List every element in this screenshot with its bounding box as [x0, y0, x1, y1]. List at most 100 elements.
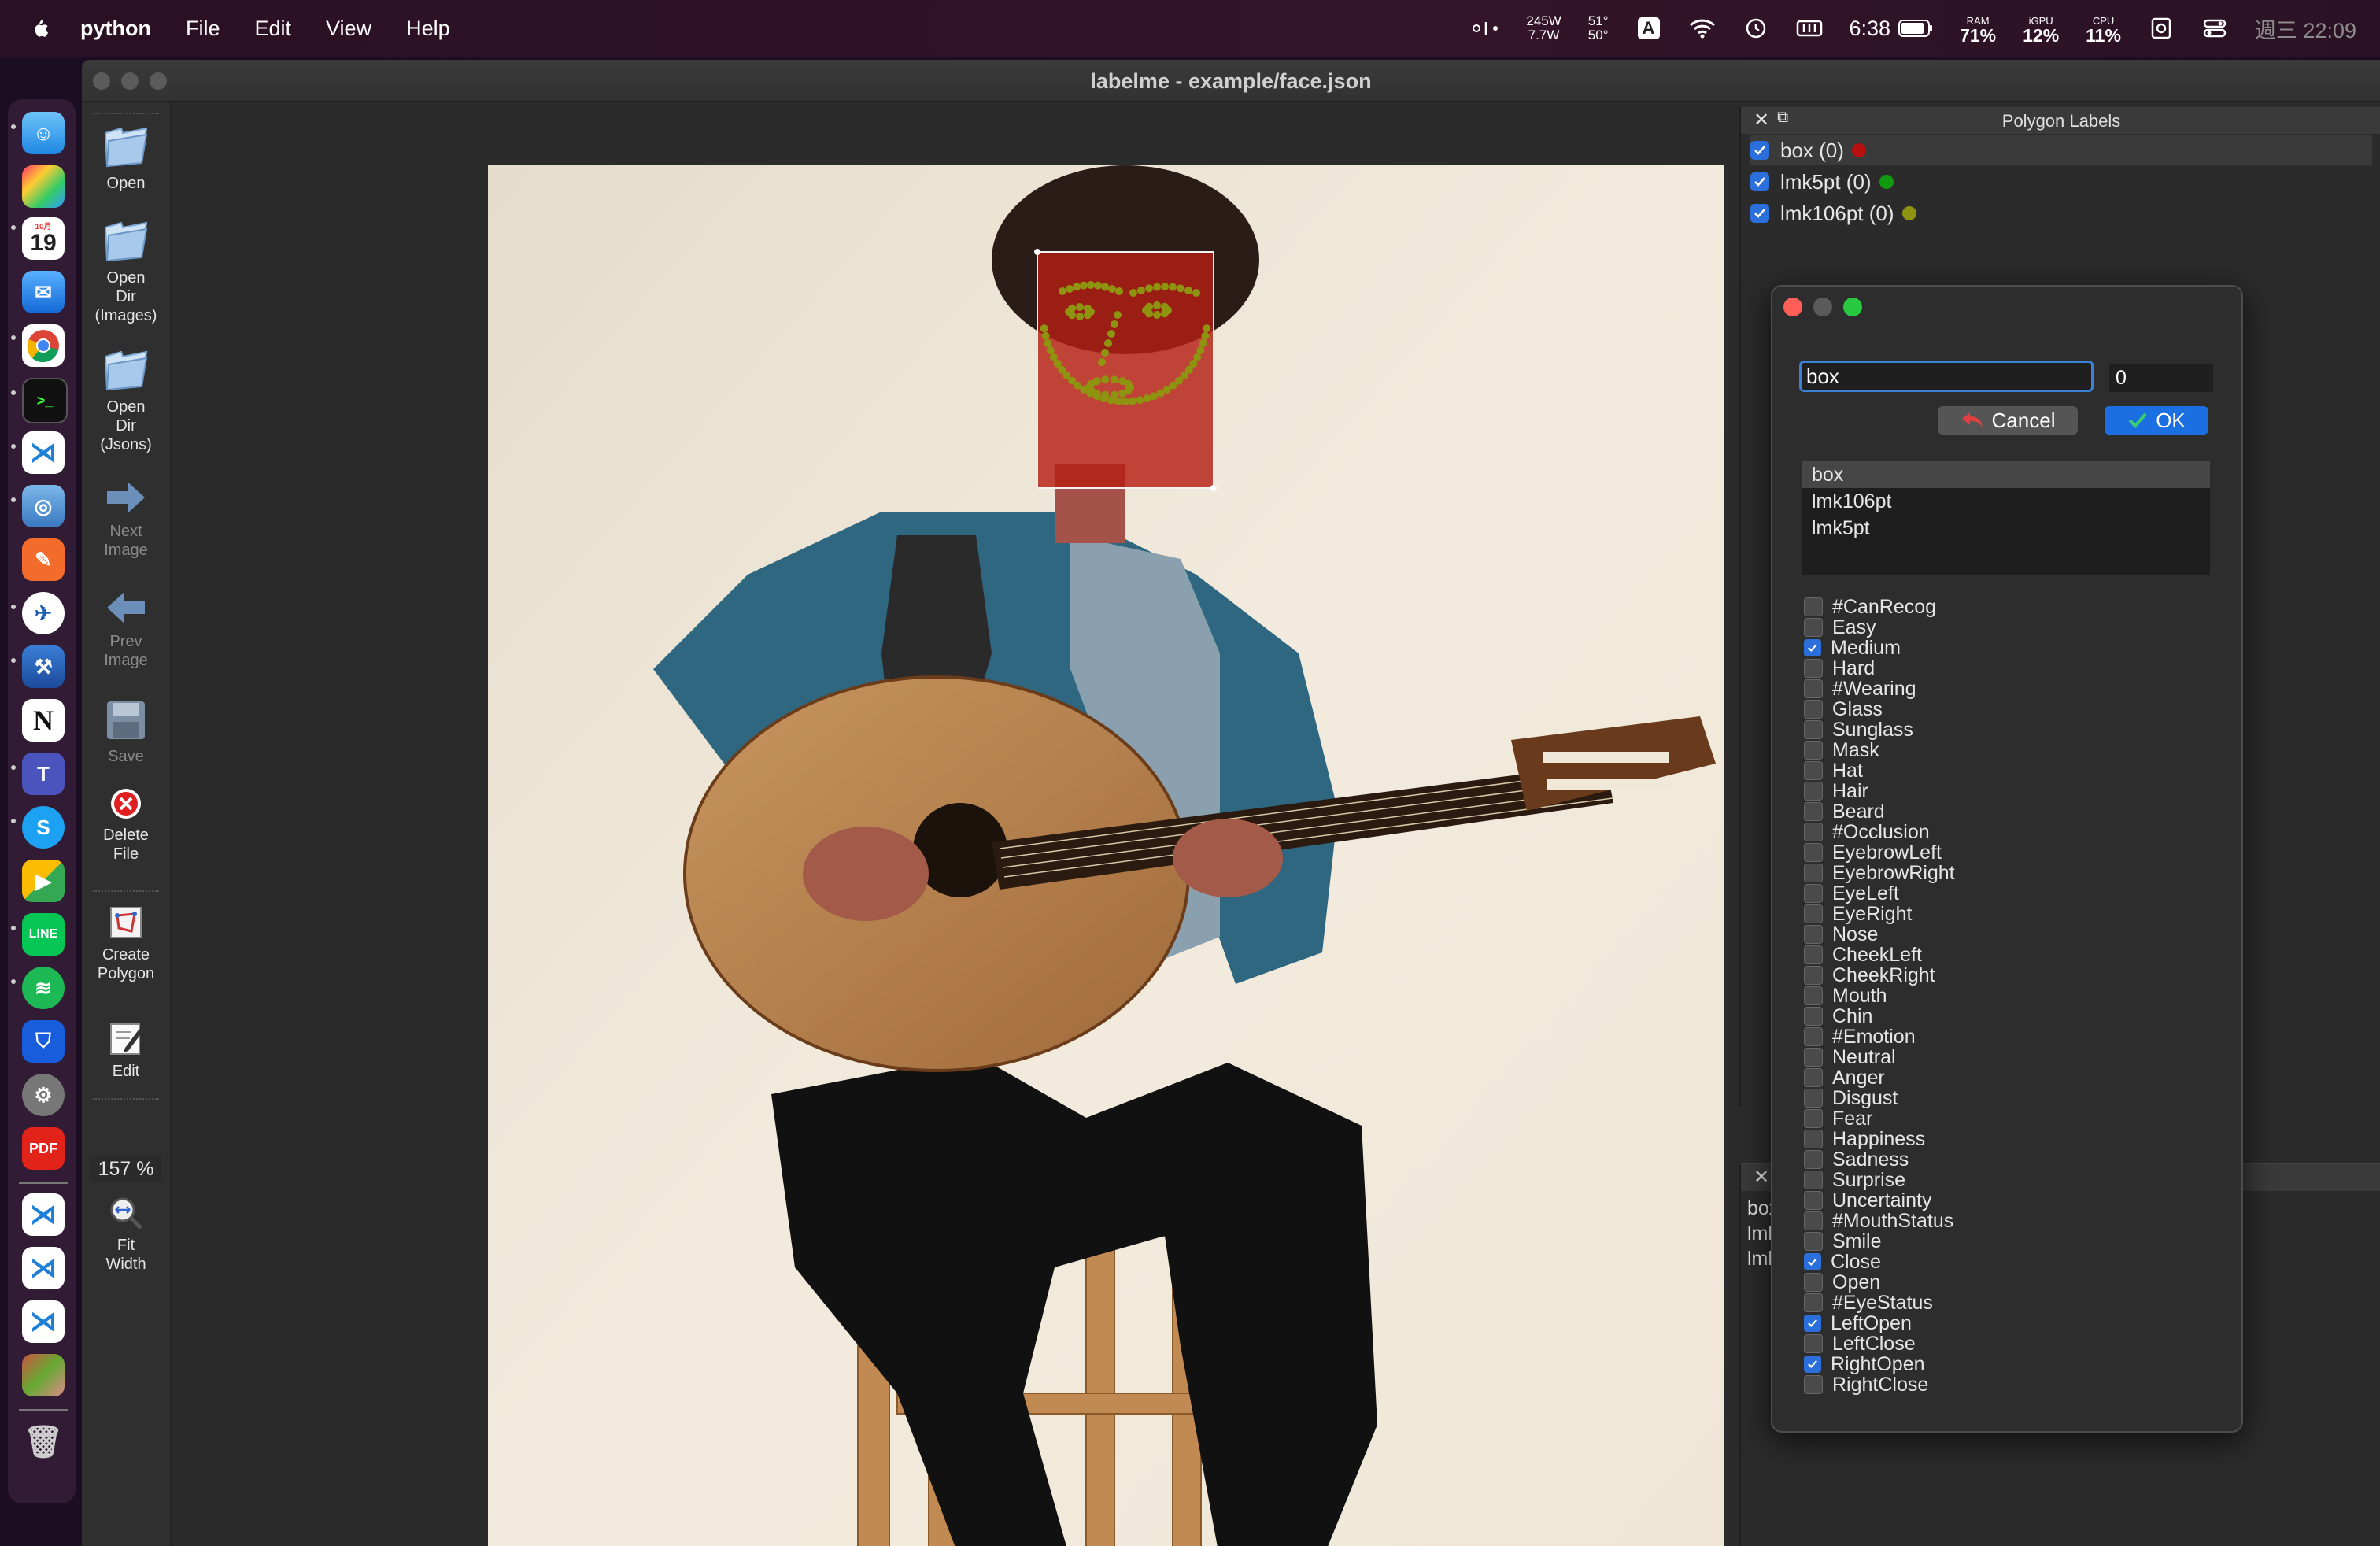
checkbox-checked[interactable]: [1750, 141, 1769, 160]
label-suggestion-item[interactable]: box: [1802, 461, 2210, 488]
checkbox-unchecked[interactable]: [1804, 966, 1823, 985]
battery-status[interactable]: 6:38: [1850, 17, 1934, 41]
label-row-lmk5pt[interactable]: lmk5pt (0): [1750, 167, 1894, 197]
gpu-stat[interactable]: iGPU 12%: [2023, 14, 2059, 45]
flag-row[interactable]: RightClose: [1804, 1374, 1928, 1395]
flag-row[interactable]: #Emotion: [1804, 1026, 1916, 1047]
vscode-window-icon[interactable]: ⋊: [22, 1247, 65, 1289]
checkbox-unchecked[interactable]: [1804, 618, 1823, 637]
checkbox-checked[interactable]: [1804, 1315, 1821, 1332]
vscode-window-icon[interactable]: ⋊: [22, 1193, 65, 1236]
checkbox-unchecked[interactable]: [1804, 761, 1823, 780]
flag-row[interactable]: CheekRight: [1804, 965, 1935, 986]
delete-file-button[interactable]: Delete File: [82, 786, 170, 864]
checkbox-checked[interactable]: [1750, 172, 1769, 191]
checkbox-unchecked[interactable]: [1804, 986, 1823, 1005]
checkbox-unchecked[interactable]: [1804, 1068, 1823, 1087]
flag-row[interactable]: Surprise: [1804, 1170, 1905, 1190]
checkbox-unchecked[interactable]: [1804, 1007, 1823, 1026]
flag-row[interactable]: Nose: [1804, 924, 1878, 945]
checkbox-unchecked[interactable]: [1804, 1150, 1823, 1169]
network-app-icon[interactable]: ◎: [22, 485, 65, 527]
checkbox-unchecked[interactable]: [1804, 659, 1823, 678]
flag-row[interactable]: Chin: [1804, 1006, 1872, 1026]
checkbox-unchecked[interactable]: [1804, 1273, 1823, 1292]
flag-row[interactable]: Sadness: [1804, 1149, 1909, 1170]
checkbox-unchecked[interactable]: [1804, 1232, 1823, 1251]
menu-app-name[interactable]: python: [80, 17, 151, 41]
checkbox-unchecked[interactable]: [1804, 1130, 1823, 1148]
open-dir-jsons-button[interactable]: Open Dir (Jsons): [82, 346, 170, 454]
image-canvas[interactable]: [172, 102, 1738, 1546]
flag-row[interactable]: Hard: [1804, 658, 1875, 679]
checkbox-unchecked[interactable]: [1804, 904, 1823, 923]
finder-icon[interactable]: ☺: [22, 112, 65, 154]
checkbox-checked[interactable]: [1804, 639, 1821, 656]
flag-row[interactable]: #Wearing: [1804, 679, 1916, 699]
spotify-icon[interactable]: ≋: [22, 967, 65, 1009]
checkbox-unchecked[interactable]: [1804, 1171, 1823, 1189]
menu-file[interactable]: File: [186, 17, 220, 41]
ram-stat[interactable]: RAM 71%: [1960, 14, 1996, 45]
vscode-window-icon[interactable]: ⋊: [22, 1300, 65, 1343]
flag-row[interactable]: Glass: [1804, 699, 1883, 719]
checkbox-unchecked[interactable]: [1804, 1334, 1823, 1353]
input-source-icon[interactable]: A: [1635, 15, 1662, 42]
flag-row[interactable]: EyebrowLeft: [1804, 842, 1942, 863]
checkbox-unchecked[interactable]: [1804, 823, 1823, 841]
checkbox-unchecked[interactable]: [1804, 1211, 1823, 1230]
checkbox-unchecked[interactable]: [1804, 782, 1823, 801]
create-polygon-button[interactable]: Create Polygon: [82, 904, 170, 983]
notion-icon[interactable]: N: [22, 699, 65, 742]
power-stat[interactable]: 245W 7.7W: [1526, 14, 1561, 43]
checkbox-unchecked[interactable]: [1804, 864, 1823, 882]
line-icon[interactable]: LINE: [22, 913, 65, 956]
flag-row[interactable]: LeftClose: [1804, 1333, 1916, 1354]
ok-button[interactable]: OK: [2105, 406, 2208, 435]
vscode-icon[interactable]: ⋊: [22, 431, 65, 474]
checkbox-unchecked[interactable]: [1804, 679, 1823, 698]
menu-edit[interactable]: Edit: [255, 17, 292, 41]
close-panel-icon[interactable]: ✕: [1754, 1166, 1769, 1189]
system-settings-icon[interactable]: ⚙: [22, 1074, 65, 1116]
checkbox-unchecked[interactable]: [1804, 1109, 1823, 1128]
launchpad-icon[interactable]: [22, 165, 65, 208]
flag-row[interactable]: Uncertainty: [1804, 1190, 1931, 1211]
flag-row[interactable]: Close: [1804, 1252, 1881, 1272]
bitwarden-icon[interactable]: ⛉: [22, 1020, 65, 1063]
terminal-icon[interactable]: >_: [22, 378, 68, 423]
label-row-box[interactable]: box (0): [1750, 135, 2372, 165]
menu-view[interactable]: View: [326, 17, 371, 41]
flag-row[interactable]: RightOpen: [1804, 1354, 1925, 1374]
flag-row[interactable]: Anger: [1804, 1067, 1885, 1088]
checkbox-unchecked[interactable]: [1804, 884, 1823, 903]
time-machine-icon[interactable]: [1743, 15, 1769, 42]
flag-row[interactable]: Mask: [1804, 740, 1879, 760]
flag-row[interactable]: Happiness: [1804, 1129, 1925, 1149]
checkbox-unchecked[interactable]: [1804, 741, 1823, 760]
dialog-close-button[interactable]: [1783, 298, 1802, 316]
open-button[interactable]: Open: [82, 122, 170, 193]
edit-button[interactable]: Edit: [82, 1021, 170, 1081]
flag-row[interactable]: Hat: [1804, 760, 1863, 781]
temperature-stat[interactable]: 51° 50°: [1588, 14, 1609, 43]
checkbox-unchecked[interactable]: [1804, 1191, 1823, 1210]
memory-icon[interactable]: [1796, 15, 1823, 42]
flag-row[interactable]: Fear: [1804, 1108, 1872, 1129]
pen-app-icon[interactable]: ✎: [22, 538, 65, 581]
label-row-lmk106pt[interactable]: lmk106pt (0): [1750, 198, 1916, 228]
checkbox-unchecked[interactable]: [1804, 925, 1823, 944]
save-button[interactable]: Save: [82, 698, 170, 766]
open-dir-images-button[interactable]: Open Dir (Images): [82, 216, 170, 325]
flag-row[interactable]: CheekLeft: [1804, 945, 1922, 965]
flag-row[interactable]: EyebrowRight: [1804, 863, 1955, 883]
flag-row[interactable]: #MouthStatus: [1804, 1211, 1953, 1231]
screenshot-icon[interactable]: [2148, 15, 2175, 42]
zoom-level-field[interactable]: 157 %: [90, 1156, 162, 1182]
flag-row[interactable]: LeftOpen: [1804, 1313, 1912, 1333]
next-image-button[interactable]: Next Image: [82, 478, 170, 560]
checkbox-checked[interactable]: [1804, 1356, 1821, 1373]
checkbox-unchecked[interactable]: [1804, 802, 1823, 821]
flag-row[interactable]: Sunglass: [1804, 719, 1913, 740]
control-center-icon[interactable]: [2201, 15, 2228, 42]
